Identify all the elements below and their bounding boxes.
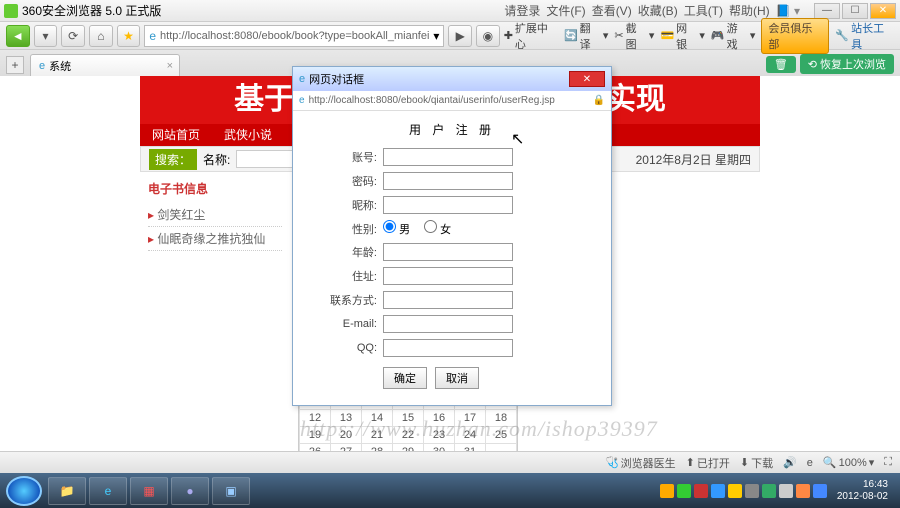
ok-button[interactable]: 确定 xyxy=(383,367,427,389)
translate[interactable]: 🔄 翻译 ▾ xyxy=(564,20,608,52)
tb-ie[interactable]: e xyxy=(89,477,127,505)
home-button[interactable]: ⌂ xyxy=(89,25,113,47)
expand-icon[interactable]: ⛶ xyxy=(884,456,892,469)
trash-button[interactable]: 🗑 xyxy=(766,56,796,73)
menu-file[interactable]: 文件(F) xyxy=(546,2,585,19)
site-tools[interactable]: 🔧 站长工具 xyxy=(835,20,894,52)
menu-help[interactable]: 帮助(H) xyxy=(729,2,770,19)
date-display: 2012年8月2日 星期四 xyxy=(636,151,751,168)
menu-tools[interactable]: 工具(T) xyxy=(684,2,723,19)
dropdown-icon[interactable]: ▾ xyxy=(433,29,439,43)
cancel-button[interactable]: 取消 xyxy=(435,367,479,389)
nav-wuxia[interactable]: 武侠小说 xyxy=(212,124,284,146)
email-label: E-mail: xyxy=(313,318,383,330)
tab-1[interactable]: e 系统 × xyxy=(30,54,180,76)
mute-icon[interactable]: 🔊 xyxy=(783,456,797,469)
opened[interactable]: ⬆ 已打开 xyxy=(686,455,730,471)
dialog-icon: e xyxy=(299,73,305,85)
clock[interactable]: 16:432012-08-02 xyxy=(831,479,894,503)
start-button[interactable] xyxy=(6,476,42,506)
register-dialog: e 网页对话框 ✕ e 🔒 用 户 注 册 账号: 密码: 昵称: 性别: 男 … xyxy=(292,66,612,406)
qq-label: QQ: xyxy=(313,342,383,354)
url-input[interactable] xyxy=(160,30,429,42)
email-input[interactable] xyxy=(383,315,513,333)
dialog-close-button[interactable]: ✕ xyxy=(569,71,605,87)
sex-male-radio[interactable] xyxy=(383,220,396,233)
refresh-button[interactable]: ⟳ xyxy=(61,25,85,47)
tb-app3[interactable]: ▣ xyxy=(212,477,250,505)
stop-button[interactable]: ◉ xyxy=(476,25,500,47)
tab-close-icon[interactable]: × xyxy=(167,60,173,72)
tb-app2[interactable]: ● xyxy=(171,477,209,505)
sex-female-radio[interactable] xyxy=(424,220,437,233)
min-button[interactable]: — xyxy=(814,3,840,19)
sex-label: 性别: xyxy=(313,221,383,237)
game[interactable]: 🎮 游戏 ▾ xyxy=(711,20,755,52)
dialog-url[interactable] xyxy=(309,95,589,106)
addr-input[interactable] xyxy=(383,267,513,285)
age-label: 年龄: xyxy=(313,244,383,260)
ie-icon[interactable]: e xyxy=(807,457,813,469)
lock-icon: 🔒 xyxy=(593,95,605,106)
ebook-item[interactable]: 仙眠奇缘之推抗独仙 xyxy=(148,227,282,251)
close-button[interactable]: ✕ xyxy=(870,3,896,19)
account-label: 账号: xyxy=(313,149,383,165)
pass-input[interactable] xyxy=(383,172,513,190)
nick-input[interactable] xyxy=(383,196,513,214)
zoom-level[interactable]: 🔍 100% ▾ xyxy=(823,456,874,469)
go-button[interactable]: ▶ xyxy=(448,25,472,47)
account-input[interactable] xyxy=(383,148,513,166)
addr-label: 住址: xyxy=(313,268,383,284)
fav-button[interactable]: ★ xyxy=(117,25,141,47)
dialog-title: 网页对话框 xyxy=(309,71,364,87)
netbank[interactable]: 💳 网银 ▾ xyxy=(660,20,704,52)
tray-icons[interactable] xyxy=(660,484,827,498)
app-title: 360安全浏览器 5.0 正式版 xyxy=(22,2,161,19)
nick-label: 昵称: xyxy=(313,197,383,213)
back-button[interactable]: ◄ xyxy=(6,25,30,47)
fwd-button[interactable]: ▾ xyxy=(34,25,58,47)
vip-club[interactable]: 会员俱乐部 xyxy=(761,18,829,54)
taskbar: 📁 e ▦ ● ▣ 16:432012-08-02 xyxy=(0,473,900,508)
status-bar: 🩺 浏览器医生 ⬆ 已打开 ⬇ 下载 🔊 e 🔍 100% ▾ ⛶ xyxy=(0,451,900,473)
tb-app1[interactable]: ▦ xyxy=(130,477,168,505)
screenshot[interactable]: ✂ 截图 ▾ xyxy=(614,20,654,52)
address-toolbar: ◄ ▾ ⟳ ⌂ ★ e ▾ ▶ ◉ ✚ 扩展中心 🔄 翻译 ▾ ✂ 截图 ▾ 💳… xyxy=(0,22,900,50)
download[interactable]: ⬇ 下载 xyxy=(740,455,773,471)
name-label: 名称: xyxy=(203,151,230,168)
menu-fav[interactable]: 收藏(B) xyxy=(638,2,678,19)
tab-title: 系统 xyxy=(49,58,71,74)
tab-favicon: e xyxy=(39,60,45,72)
nav-home[interactable]: 网站首页 xyxy=(140,124,212,146)
doctor[interactable]: 🩺 浏览器医生 xyxy=(605,455,676,471)
menu-view[interactable]: 查看(V) xyxy=(592,2,632,19)
max-button[interactable]: ☐ xyxy=(842,3,868,19)
app-icon xyxy=(4,4,18,18)
ext-center[interactable]: ✚ 扩展中心 xyxy=(504,20,558,52)
ebook-item[interactable]: 剑笑红尘 xyxy=(148,203,282,227)
new-tab-button[interactable]: + xyxy=(6,56,24,74)
dialog-url-icon: e xyxy=(299,95,305,106)
form-heading: 用 户 注 册 xyxy=(313,121,591,138)
qq-input[interactable] xyxy=(383,339,513,357)
ebook-heading: 电子书信息 xyxy=(148,180,282,197)
restore-button[interactable]: ⟲ 恢复上次浏览 xyxy=(800,54,894,74)
contact-label: 联系方式: xyxy=(313,292,383,308)
menu-login[interactable]: 请登录 xyxy=(504,2,540,19)
contact-input[interactable] xyxy=(383,291,513,309)
search-label: 搜索： xyxy=(149,149,197,170)
page-icon: e xyxy=(149,29,156,43)
pass-label: 密码: xyxy=(313,173,383,189)
tb-explorer[interactable]: 📁 xyxy=(48,477,86,505)
url-box[interactable]: e ▾ xyxy=(144,25,444,47)
age-input[interactable] xyxy=(383,243,513,261)
